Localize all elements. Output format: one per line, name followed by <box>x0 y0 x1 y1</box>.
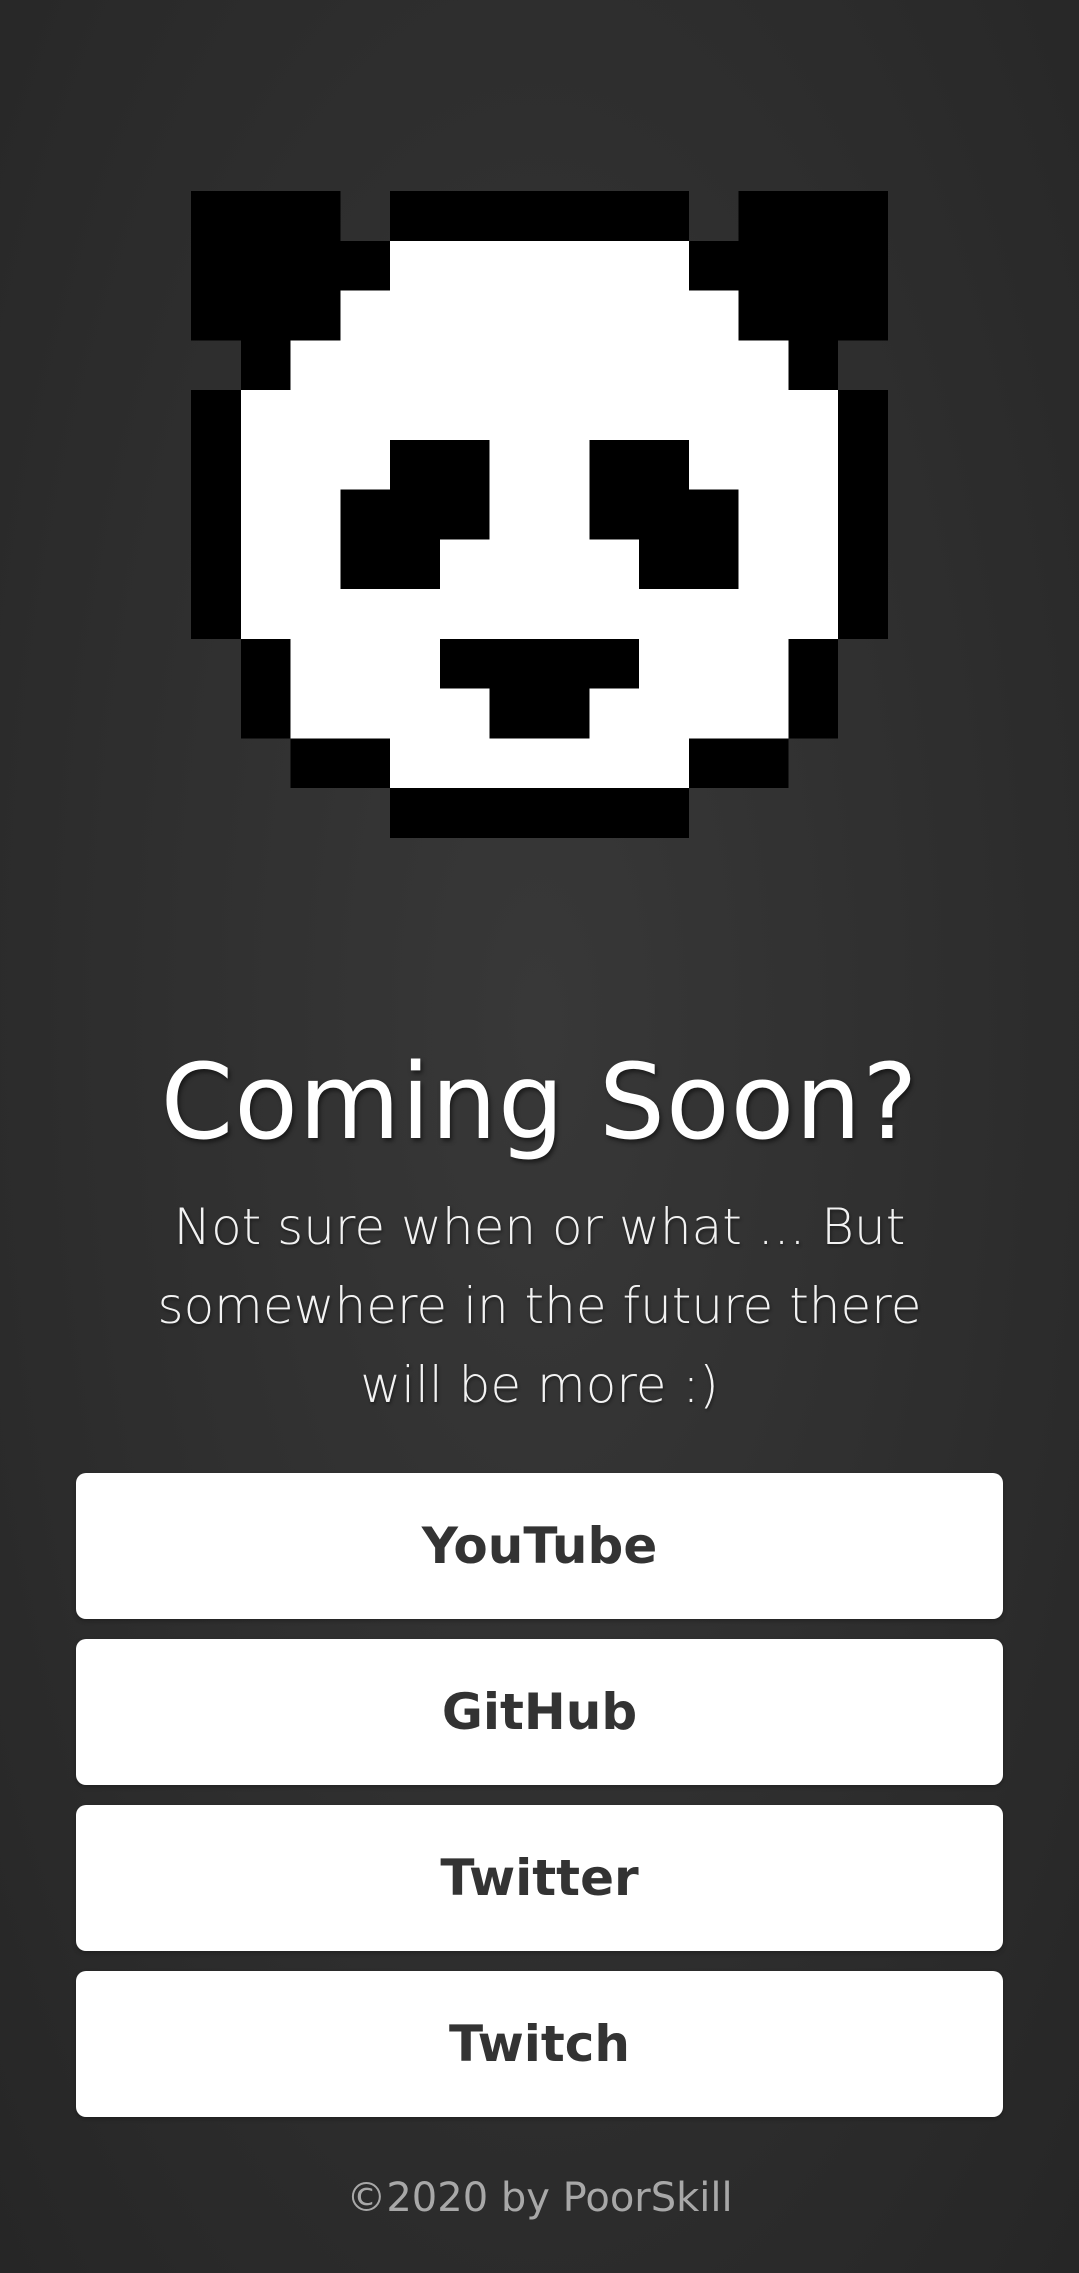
coming-soon-page: Coming Soon? Not sure when or what ... B… <box>0 0 1079 2273</box>
pixel-panda-icon <box>191 191 888 838</box>
youtube-button[interactable]: YouTube <box>76 1473 1003 1619</box>
page-subtitle: Not sure when or what ... But somewhere … <box>157 1198 922 1414</box>
page-title: Coming Soon? <box>160 1041 919 1163</box>
twitch-button[interactable]: Twitch <box>76 1971 1003 2117</box>
copyright-footer: ©2020 by PoorSkill <box>346 2175 733 2221</box>
github-button[interactable]: GitHub <box>76 1639 1003 1785</box>
social-links: YouTube GitHub Twitter Twitch <box>76 1473 1003 2137</box>
twitter-button[interactable]: Twitter <box>76 1805 1003 1951</box>
